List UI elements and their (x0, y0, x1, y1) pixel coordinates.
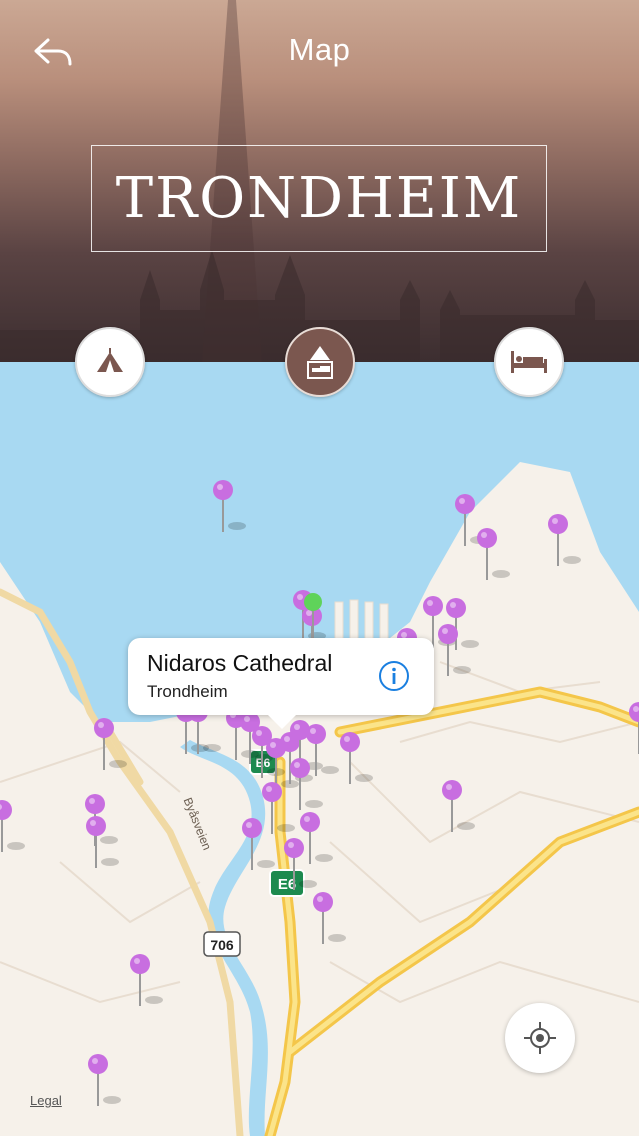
route-shield-706: 706 (203, 931, 241, 957)
place-callout[interactable]: Nidaros Cathedral Trondheim (128, 638, 434, 729)
legal-link[interactable]: Legal (30, 1093, 62, 1108)
location-target-icon (524, 1022, 556, 1054)
bed-icon (511, 351, 547, 373)
header-banner: Map TRONDHEIM (0, 0, 639, 362)
tent-icon (97, 348, 123, 372)
hotel-icon (307, 346, 333, 379)
hotel-category-button[interactable] (285, 327, 355, 397)
page-title: Map (288, 32, 351, 67)
route-shield-e6: E6 (269, 869, 305, 897)
info-icon[interactable] (378, 660, 410, 692)
bed-category-button[interactable] (494, 327, 564, 397)
callout-title: Nidaros Cathedral (147, 650, 333, 676)
locate-me-button[interactable] (505, 1003, 575, 1073)
city-name-frame: TRONDHEIM (91, 145, 547, 252)
tent-category-button[interactable] (75, 327, 145, 397)
city-name: TRONDHEIM (115, 166, 523, 231)
callout-subtitle: Trondheim (147, 682, 228, 701)
svg-text:706: 706 (210, 937, 234, 953)
